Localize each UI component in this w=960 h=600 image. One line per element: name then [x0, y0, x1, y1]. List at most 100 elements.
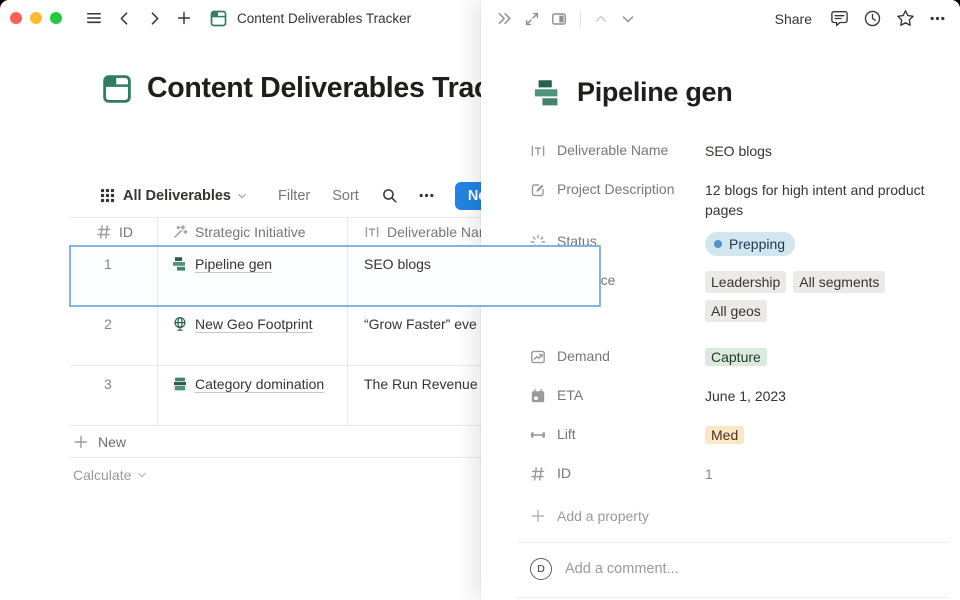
- plus-icon: [530, 508, 546, 524]
- divider: [517, 597, 948, 598]
- wand-icon: [172, 224, 188, 240]
- property-value[interactable]: June 1, 2023: [705, 379, 929, 413]
- hash-icon: [96, 224, 112, 240]
- previous-record-icon[interactable]: [593, 11, 609, 27]
- page-icon[interactable]: [102, 74, 132, 104]
- record-icon[interactable]: [533, 78, 563, 108]
- titlebar: Content Deliverables Tracker: [0, 0, 481, 36]
- updates-clock-icon[interactable]: [863, 9, 882, 28]
- hash-icon: [530, 466, 546, 482]
- property-row-id: ID 1: [530, 457, 940, 491]
- comments-icon[interactable]: [830, 9, 849, 28]
- comment-input-row[interactable]: D Add a comment...: [517, 543, 948, 597]
- tag: All segments: [793, 271, 885, 293]
- app-window: Content Deliverables Tracker Content Del…: [0, 0, 960, 600]
- forward-button[interactable]: [144, 8, 164, 28]
- property-name: Lift: [557, 426, 576, 442]
- minimize-window-button[interactable]: [30, 12, 42, 24]
- property-label[interactable]: Project Description: [530, 173, 705, 220]
- edit-icon: [530, 182, 546, 198]
- property-label[interactable]: ETA: [530, 379, 705, 413]
- property-label[interactable]: Deliverable Name: [530, 134, 705, 168]
- column-label: Strategic Initiative: [195, 224, 306, 240]
- property-value[interactable]: Capture: [705, 340, 929, 374]
- window-title: Content Deliverables Tracker: [237, 11, 411, 26]
- tag: All geos: [705, 300, 767, 322]
- property-value[interactable]: Med: [705, 418, 929, 452]
- cell-id[interactable]: 3: [70, 366, 158, 425]
- property-label[interactable]: Lift: [530, 418, 705, 452]
- property-row-deliverable-name: Deliverable Name SEO blogs: [530, 134, 940, 168]
- property-value[interactable]: Leadership All segments All geos: [705, 264, 929, 322]
- filter-button[interactable]: Filter: [278, 188, 310, 204]
- close-peek-icon[interactable]: [496, 10, 513, 27]
- expand-page-icon[interactable]: [524, 11, 540, 27]
- property-name: Deliverable Name: [557, 142, 668, 158]
- globe-icon: [172, 316, 188, 332]
- toolbar-divider: [580, 11, 581, 27]
- trend-icon: [530, 349, 546, 365]
- initiative-page-link[interactable]: Pipeline gen: [172, 256, 272, 272]
- share-button[interactable]: Share: [775, 11, 812, 27]
- title-icon: [530, 143, 546, 159]
- more-options-icon[interactable]: [929, 10, 946, 27]
- add-property-button[interactable]: Add a property: [530, 501, 960, 531]
- new-tab-button[interactable]: [174, 8, 194, 28]
- status-badge: Prepping: [705, 232, 795, 256]
- property-value[interactable]: SEO blogs: [705, 134, 929, 168]
- add-property-label: Add a property: [557, 508, 649, 524]
- back-button[interactable]: [114, 8, 134, 28]
- view-name[interactable]: All Deliverables: [123, 188, 231, 204]
- property-label[interactable]: ID: [530, 457, 705, 491]
- cell-strategic-initiative[interactable]: New Geo Footprint: [158, 306, 348, 365]
- cell-deliverable-name[interactable]: SEO blogs: [348, 246, 600, 305]
- property-row-lift: Lift Med: [530, 418, 940, 452]
- initiative-page-link[interactable]: Category domination: [172, 376, 324, 392]
- property-value[interactable]: 1: [705, 457, 929, 491]
- close-window-button[interactable]: [10, 12, 22, 24]
- property-name: ETA: [557, 387, 583, 403]
- column-header-strategic-initiative[interactable]: Strategic Initiative: [158, 218, 348, 245]
- comment-section: D Add a comment...: [517, 542, 948, 598]
- column-header-id[interactable]: ID: [70, 218, 158, 245]
- page-icon-small: [208, 8, 228, 28]
- avatar: D: [530, 558, 552, 580]
- tag: Leadership: [705, 271, 786, 293]
- page-header: Content Deliverables Tracker: [102, 72, 531, 105]
- side-peek-icon[interactable]: [551, 11, 567, 27]
- record-title[interactable]: Pipeline gen: [577, 77, 732, 108]
- record-header: Pipeline gen: [533, 77, 960, 108]
- calculate-label: Calculate: [73, 467, 131, 483]
- initiative-page-link[interactable]: New Geo Footprint: [172, 316, 313, 332]
- zoom-window-button[interactable]: [50, 12, 62, 24]
- table-row: 1 Pipeline gen SEO blogs: [70, 246, 600, 306]
- cell-strategic-initiative[interactable]: Pipeline gen: [158, 246, 348, 305]
- panel-toolbar: Share: [481, 0, 960, 37]
- next-record-icon[interactable]: [620, 11, 636, 27]
- comment-input[interactable]: Add a comment...: [565, 561, 679, 577]
- chevron-down-icon[interactable]: [236, 190, 248, 202]
- view-toolbar: All Deliverables Filter Sort New: [100, 181, 540, 210]
- cell-id[interactable]: 2: [70, 306, 158, 365]
- property-value[interactable]: 12 blogs for high intent and product pag…: [705, 173, 929, 220]
- property-row-project-description: Project Description12 blogs for high int…: [530, 173, 940, 220]
- cell-strategic-initiative[interactable]: Category domination: [158, 366, 348, 425]
- sort-button[interactable]: Sort: [332, 188, 359, 204]
- property-name: ID: [557, 465, 571, 481]
- calendar-icon: [530, 388, 546, 404]
- property-label[interactable]: Demand: [530, 340, 705, 374]
- books-icon: [172, 376, 188, 392]
- property-value[interactable]: Prepping: [705, 225, 929, 259]
- menu-icon[interactable]: [84, 8, 104, 28]
- favorite-star-icon[interactable]: [896, 9, 915, 28]
- title-icon: [364, 224, 380, 240]
- search-icon[interactable]: [381, 187, 398, 204]
- cell-id[interactable]: 1: [70, 246, 158, 305]
- new-row-label: New: [98, 434, 126, 450]
- property-name: Demand: [557, 348, 610, 364]
- page-title[interactable]: Content Deliverables Tracker: [147, 72, 531, 105]
- column-label: ID: [119, 224, 133, 240]
- bar-chart-icon: [172, 256, 188, 272]
- more-options-icon[interactable]: [418, 187, 435, 204]
- tag: Capture: [705, 348, 767, 366]
